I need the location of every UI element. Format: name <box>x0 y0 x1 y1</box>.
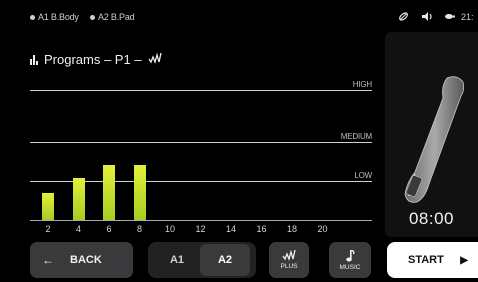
intensity-wave-icon <box>282 250 296 261</box>
program-bars-icon <box>30 54 38 65</box>
music-button[interactable]: MUSIC <box>329 242 371 278</box>
intensity-chart: HIGH MEDIUM LOW 2 4 6 8 10 12 14 16 18 20 <box>30 78 375 238</box>
leaf-icon <box>398 11 409 25</box>
x-tick-label: 14 <box>225 224 236 234</box>
clock: 21: <box>461 12 474 22</box>
channel-a1-tag: A1 B.Body <box>30 12 79 22</box>
back-button[interactable]: ← BACK <box>30 242 133 278</box>
play-icon: ▶ <box>460 254 468 266</box>
channel-a1-label: A1 B.Body <box>38 12 79 22</box>
x-axis-baseline <box>30 220 372 221</box>
level-label-low: LOW <box>354 171 372 180</box>
channel-a1-option[interactable]: A1 <box>152 244 202 276</box>
intensity-bar <box>72 178 85 220</box>
x-tick-label: 16 <box>256 224 267 234</box>
back-label: BACK <box>70 254 102 266</box>
electrode-probe-icon <box>404 76 465 203</box>
x-tick-label: 4 <box>75 224 81 234</box>
music-note-icon <box>346 249 355 261</box>
x-tick-label: 18 <box>286 224 297 234</box>
intensity-bar <box>133 164 146 220</box>
x-tick-label: 10 <box>164 224 175 234</box>
medium-gridline <box>30 142 372 143</box>
session-timer: 08:00 <box>408 209 455 228</box>
volume-icon[interactable] <box>421 11 433 25</box>
x-tick-label: 2 <box>45 224 51 234</box>
device-panel: 08:00 <box>385 32 478 237</box>
level-label-medium: MEDIUM <box>340 132 372 141</box>
x-tick-label: 8 <box>136 224 142 234</box>
plus-label: PLUS <box>280 263 298 270</box>
program-title: Programs – P1 – <box>44 52 142 67</box>
channel-a2-option[interactable]: A2 <box>200 244 250 276</box>
dot-icon <box>30 14 35 20</box>
channel-a2-tag: A2 B.Pad <box>90 12 135 22</box>
arrow-left-icon: ← <box>42 253 54 267</box>
music-label: MUSIC <box>339 263 361 271</box>
intensity-bar <box>42 193 54 220</box>
x-tick-label: 12 <box>195 224 206 234</box>
plus-button[interactable]: PLUS <box>269 242 309 278</box>
dot-icon <box>90 14 95 20</box>
level-label-high: HIGH <box>352 80 372 89</box>
high-gridline <box>30 90 372 91</box>
page-title: Programs – P1 – <box>30 52 162 67</box>
start-button[interactable]: START ▶ <box>387 242 478 278</box>
channel-selector[interactable]: A1 A2 <box>148 242 256 278</box>
x-tick-label: 20 <box>317 224 328 234</box>
x-tick-label: 6 <box>106 224 112 234</box>
intensity-wave-icon <box>148 52 162 67</box>
status-bar: A1 B.Body A2 B.Pad 21: <box>0 0 478 32</box>
start-label: START <box>408 254 444 266</box>
channel-a2-label: A2 B.Pad <box>98 12 135 22</box>
bluetooth-icon <box>443 11 455 25</box>
intensity-bar <box>103 164 115 220</box>
